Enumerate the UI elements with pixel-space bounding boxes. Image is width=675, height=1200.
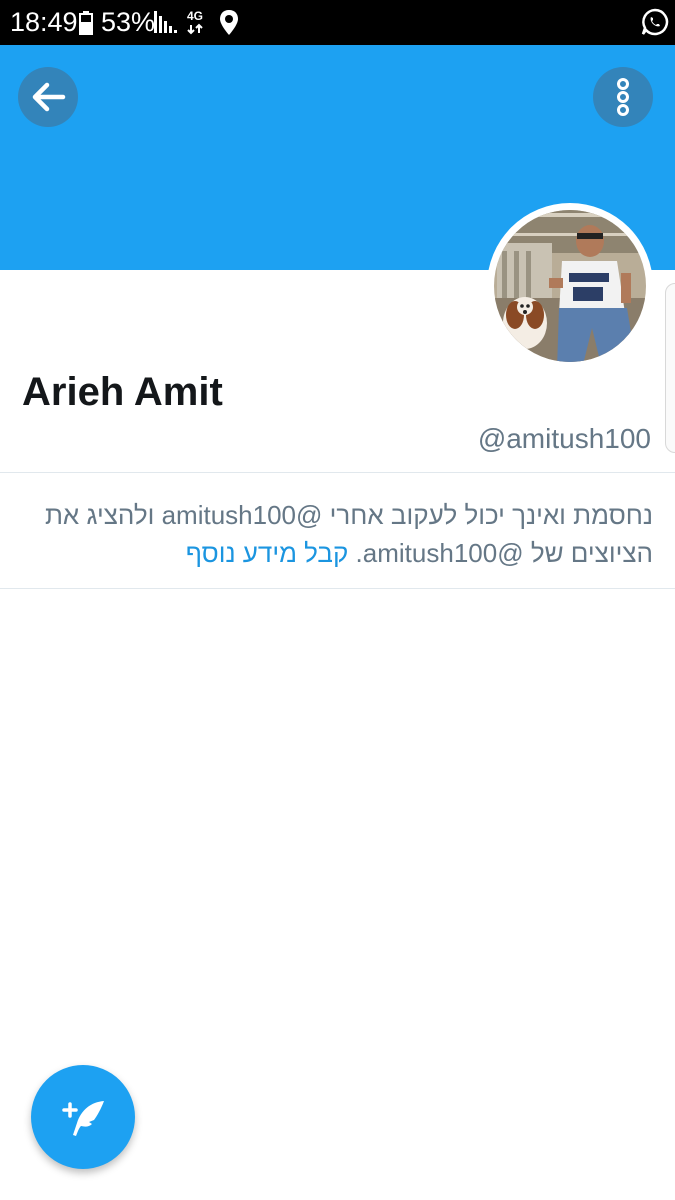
back-button[interactable]	[18, 67, 78, 127]
divider	[0, 472, 675, 473]
avatar-photo	[494, 210, 646, 362]
learn-more-link[interactable]: קבל מידע נוסף	[186, 538, 349, 568]
compose-tweet-button[interactable]	[31, 1065, 135, 1169]
more-options-button[interactable]	[593, 67, 653, 127]
status-bar: 18:49 53% 4G	[0, 0, 675, 45]
compose-tweet-icon	[62, 1101, 104, 1136]
arrow-left-icon	[32, 82, 66, 112]
blocked-notice: נחסמת ואינך יכול לעקוב אחרי @amitush100 …	[22, 496, 653, 572]
location-icon	[220, 10, 238, 35]
profile-avatar[interactable]	[487, 203, 653, 369]
profile-handle: @amitush100	[477, 423, 651, 454]
status-time: 18:49	[10, 7, 78, 37]
profile-name: Arieh Amit	[22, 370, 223, 414]
battery-percentage: 53%	[101, 7, 156, 37]
more-vertical-icon	[617, 78, 629, 116]
whatsapp-icon	[641, 8, 669, 36]
signal-icon	[154, 11, 177, 33]
network-icon	[187, 23, 203, 35]
blocked-notice-text: נחסמת ואינך יכול לעקוב אחרי @amitush100 …	[44, 500, 653, 568]
side-panel-handle[interactable]	[665, 283, 675, 453]
battery-icon	[79, 11, 93, 35]
divider	[0, 588, 675, 589]
